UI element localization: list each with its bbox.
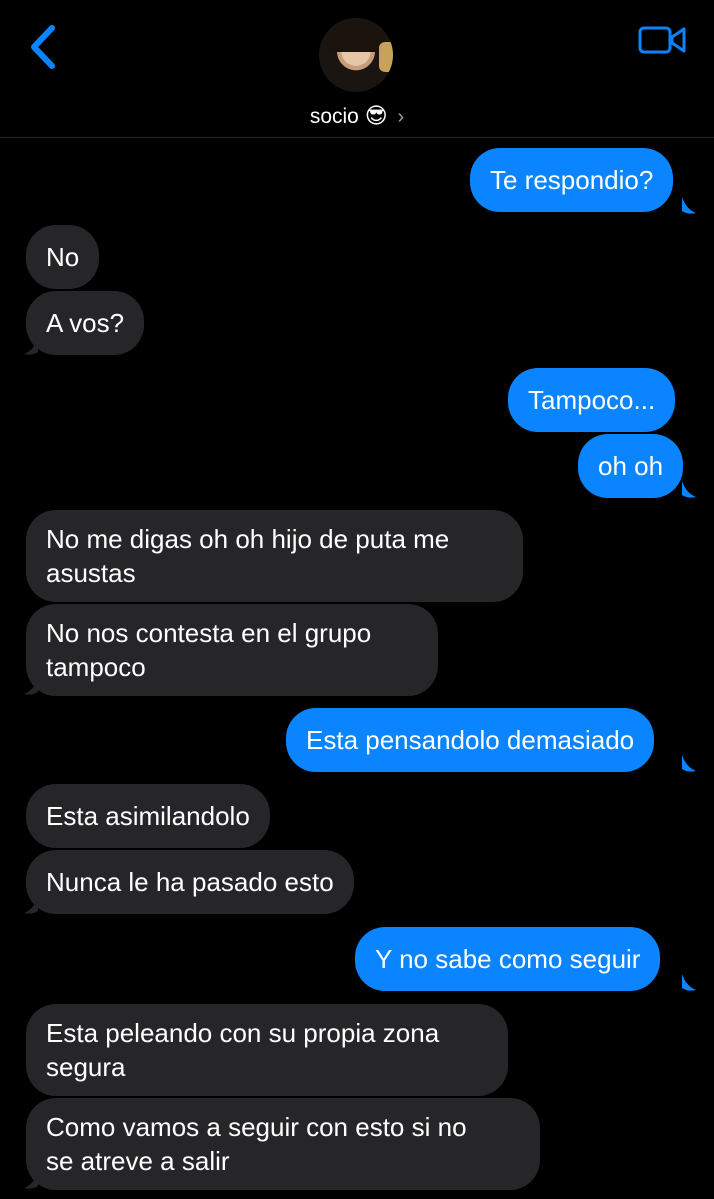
incoming-message[interactable]: No me digas oh oh hijo de puta me asusta… [26,510,523,602]
incoming-bubble-tail [24,338,38,355]
message-text: No [46,242,80,272]
incoming-bubble-tail [24,1172,38,1189]
message-line: Como vamos a seguir con esto si no [46,1112,467,1142]
incoming-message[interactable]: No [26,225,100,289]
message-text: Y no sabe como seguir [375,944,641,974]
chevron-right-icon: › [397,106,405,128]
avatar-background [379,42,393,72]
message-line: No me digas oh oh hijo de puta me [46,524,450,554]
outgoing-bubble-tail [682,974,696,991]
contact-emoji: 😎 [364,104,388,129]
incoming-message[interactable]: No nos contesta en el grupo tampoco [26,604,438,696]
message-text: A vos? [46,308,125,338]
message-text: Te respondio? [490,165,654,195]
incoming-message[interactable]: Esta asimilandolo [26,784,270,848]
message-text: Nunca le ha pasado esto [46,867,334,897]
message-line: asustas [46,558,136,588]
outgoing-bubble-tail [682,755,696,772]
incoming-message[interactable]: Esta peleando con su propia zona segura [26,1004,508,1096]
video-camera-icon[interactable] [638,24,686,56]
outgoing-bubble-tail [682,481,696,498]
chevron-left-icon[interactable] [24,22,64,72]
outgoing-message[interactable]: Tampoco... [508,368,676,432]
message-text: Esta asimilandolo [46,801,250,831]
message-line: No nos contesta en el grupo [46,618,372,648]
avatar[interactable] [319,18,393,92]
incoming-bubble-tail [24,678,38,695]
avatar-hair [327,22,385,52]
incoming-message[interactable]: Como vamos a seguir con esto si no se at… [26,1098,540,1190]
contact-name-row[interactable]: socio 😎 › [0,104,714,129]
incoming-bubble-tail [24,897,38,914]
message-line: tampoco [46,652,146,682]
message-text: oh oh [598,451,664,481]
message-line: Esta peleando con su propia zona [46,1018,440,1048]
message-line: segura [46,1052,126,1082]
message-line: se atreve a salir [46,1146,230,1176]
message-text: Esta pensandolo demasiado [306,725,635,755]
incoming-message[interactable]: A vos? [26,291,145,355]
outgoing-bubble-tail [682,197,696,214]
outgoing-message[interactable]: Te respondio? [470,148,674,212]
outgoing-message[interactable]: oh oh [578,434,684,498]
outgoing-message[interactable]: Y no sabe como seguir [355,927,661,991]
conversation-header: socio 😎 › [0,0,714,138]
incoming-message[interactable]: Nunca le ha pasado esto [26,850,354,914]
outgoing-message[interactable]: Esta pensandolo demasiado [286,708,655,772]
contact-name[interactable]: socio [310,105,359,128]
message-text: Tampoco... [528,385,656,415]
